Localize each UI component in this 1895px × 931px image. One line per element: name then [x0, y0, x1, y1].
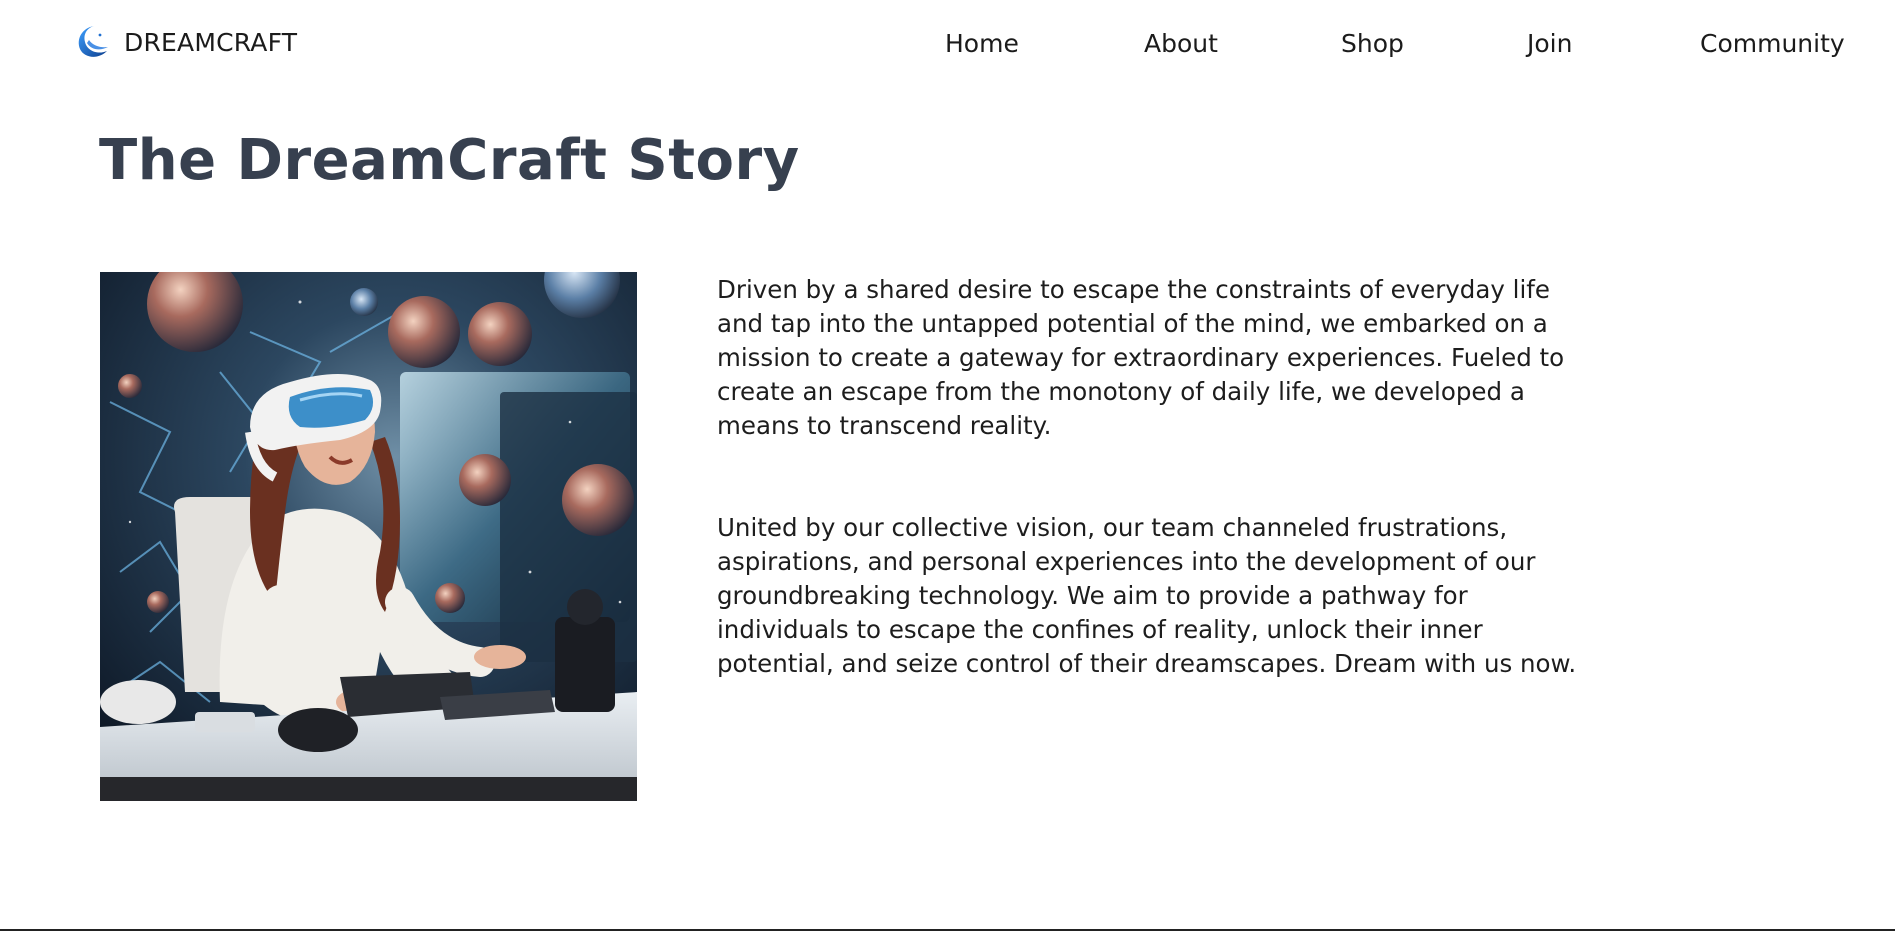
main-nav: Home About Shop Join Community: [0, 22, 1895, 66]
nav-about[interactable]: About: [1144, 22, 1218, 66]
page-title: The DreamCraft Story: [99, 128, 800, 193]
site-header: DREAMCRAFT Home About Shop Join Communit…: [0, 0, 1895, 88]
story-paragraph: United by our collective vision, our tea…: [717, 513, 1577, 678]
nav-community[interactable]: Community: [1700, 22, 1845, 66]
nav-shop[interactable]: Shop: [1341, 22, 1404, 66]
story-text: Driven by a shared desire to escape the …: [717, 273, 1587, 681]
nav-join[interactable]: Join: [1527, 22, 1572, 66]
hero-image: [100, 272, 637, 801]
story-paragraph: Driven by a shared desire to escape the …: [717, 275, 1565, 440]
page: DREAMCRAFT Home About Shop Join Communit…: [0, 0, 1895, 931]
nav-home[interactable]: Home: [945, 22, 1019, 66]
